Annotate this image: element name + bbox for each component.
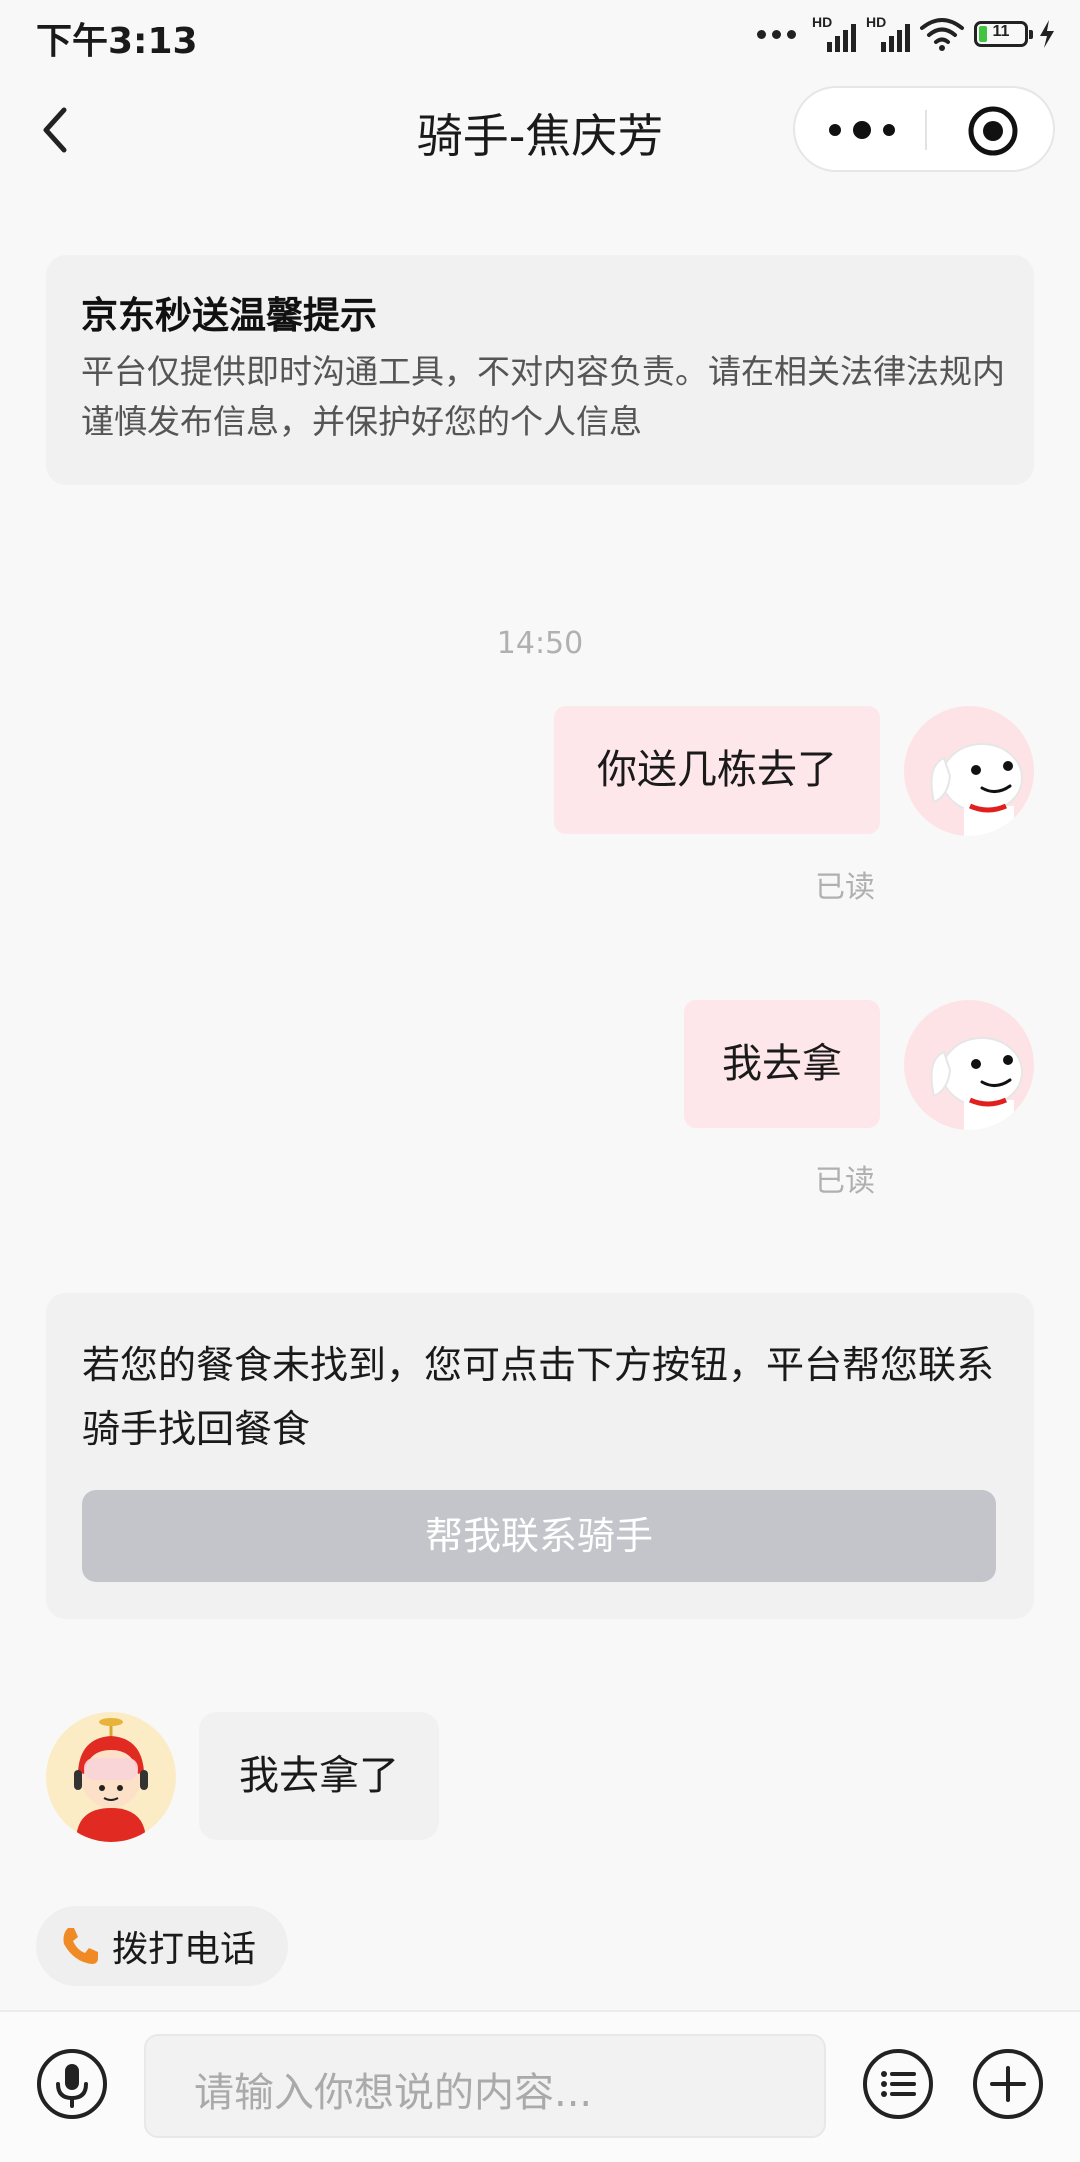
joy-dog-avatar-icon	[904, 706, 1034, 836]
call-phone-label: 拨打电话	[112, 1929, 257, 1970]
rider-message-bubble[interactable]: 我去拿了	[199, 1712, 439, 1840]
message-input-placeholder: 请输入你想说的内容...	[194, 2070, 593, 2116]
capsule-divider	[925, 110, 927, 150]
more-dots-icon[interactable]	[825, 112, 899, 148]
microphone-icon[interactable]	[36, 2048, 108, 2120]
status-icons: HD HD 11	[757, 10, 1056, 58]
read-status: 已读	[815, 870, 875, 905]
composer-bar: 请输入你想说的内容...	[0, 2010, 1080, 2162]
my-avatar[interactable]	[904, 706, 1034, 836]
target-icon[interactable]	[967, 105, 1019, 157]
notice-title: 京东秒送温馨提示	[81, 294, 377, 337]
message-timestamp: 14:50	[496, 626, 584, 661]
more-notifications-icon	[757, 29, 796, 39]
call-phone-button[interactable]: 拨打电话	[36, 1906, 288, 1986]
read-status: 已读	[815, 1164, 875, 1199]
my-message-bubble[interactable]: 你送几栋去了	[554, 706, 880, 834]
rider-avatar[interactable]	[46, 1712, 176, 1842]
phone-icon	[63, 1928, 98, 1964]
my-message-bubble[interactable]: 我去拿	[684, 1000, 880, 1128]
wifi-icon	[920, 18, 964, 51]
charging-icon	[1040, 20, 1054, 48]
message-input[interactable]: 请输入你想说的内容...	[144, 2034, 826, 2138]
status-time: 下午3:13	[36, 21, 198, 62]
contact-rider-button[interactable]: 帮我联系骑手	[82, 1490, 996, 1582]
notice-card: 京东秒送温馨提示 平台仅提供即时沟通工具，不对内容负责。请在相关法律法规内谨慎发…	[46, 255, 1034, 485]
plus-icon[interactable]	[972, 2048, 1044, 2120]
mini-program-capsule	[793, 86, 1055, 172]
signal-icon-sim2: HD	[866, 14, 910, 54]
my-avatar[interactable]	[904, 1000, 1034, 1130]
notice-body: 平台仅提供即时沟通工具，不对内容负责。请在相关法律法规内谨慎发布信息，并保护好您…	[81, 352, 1005, 441]
rider-avatar-icon	[46, 1712, 176, 1842]
signal-icon-sim1: HD	[812, 14, 856, 54]
list-icon[interactable]	[862, 2048, 934, 2120]
joy-dog-avatar-icon	[904, 1000, 1034, 1130]
find-meal-text: 若您的餐食未找到，您可点击下方按钮，平台帮您联系骑手找回餐食	[82, 1343, 995, 1451]
find-meal-card: 若您的餐食未找到，您可点击下方按钮，平台帮您联系骑手找回餐食 帮我联系骑手	[46, 1293, 1034, 1619]
battery-level: 11	[992, 23, 1010, 40]
battery-icon: 11	[974, 21, 1033, 47]
